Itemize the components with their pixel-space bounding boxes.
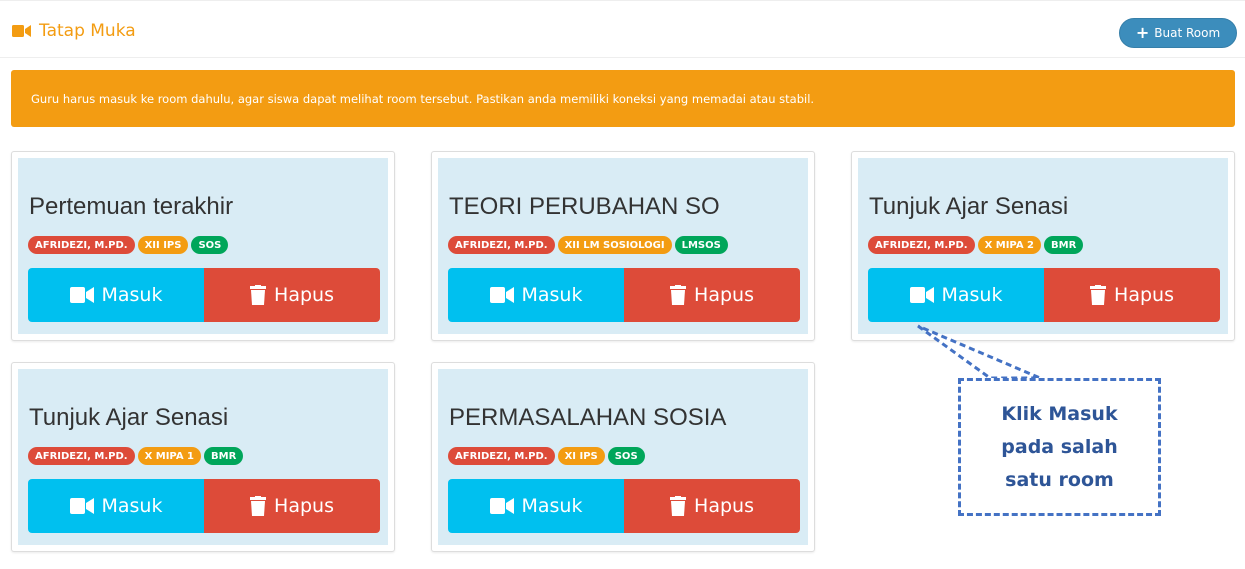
subject-badge: BMR: [204, 447, 244, 465]
masuk-label: Masuk: [941, 284, 1003, 306]
teacher-badge: AFRIDEZI, M.PD.: [28, 236, 135, 254]
room-title: Pertemuan terakhir: [29, 193, 234, 220]
masuk-button[interactable]: Masuk: [868, 268, 1044, 322]
buat-room-button[interactable]: + Buat Room: [1119, 18, 1237, 48]
trash-icon: [250, 496, 267, 516]
room-card-body: PERMASALAHAN SOSIA AFRIDEZI, M.PD. XI IP…: [438, 369, 808, 545]
trash-icon: [670, 496, 687, 516]
room-title: Tunjuk Ajar Senasi: [869, 193, 1069, 220]
room-actions: Masuk Hapus: [448, 479, 800, 533]
subject-badge: BMR: [1044, 236, 1084, 254]
room-card-body: Pertemuan terakhir AFRIDEZI, M.PD. XII I…: [18, 158, 388, 334]
alert-text: Guru harus masuk ke room dahulu, agar si…: [31, 91, 815, 106]
trash-icon: [670, 285, 687, 305]
room-title: TEORI PERUBAHAN SO: [449, 193, 720, 220]
room-card: Pertemuan terakhir AFRIDEZI, M.PD. XII I…: [11, 151, 395, 341]
video-camera-icon: [489, 498, 514, 514]
masuk-label: Masuk: [101, 284, 163, 306]
class-badge: XII LM SOSIOLOGI: [557, 236, 672, 254]
class-badge: X MIPA 1: [137, 447, 202, 465]
hapus-label: Hapus: [1114, 284, 1174, 306]
masuk-label: Masuk: [101, 495, 163, 517]
room-card-body: TEORI PERUBAHAN SO AFRIDEZI, M.PD. XII L…: [438, 158, 808, 334]
masuk-button[interactable]: Masuk: [448, 268, 624, 322]
class-badge: X MIPA 2: [977, 236, 1042, 254]
subject-badge: LMSOS: [674, 236, 728, 254]
hapus-button[interactable]: Hapus: [204, 268, 380, 322]
room-card-body: Tunjuk Ajar Senasi AFRIDEZI, M.PD. X MIP…: [858, 158, 1228, 334]
masuk-label: Masuk: [521, 495, 583, 517]
hapus-label: Hapus: [274, 495, 334, 517]
teacher-badge: AFRIDEZI, M.PD.: [28, 447, 135, 465]
room-tags: AFRIDEZI, M.PD. XII IPS SOS: [28, 236, 231, 254]
info-alert: Guru harus masuk ke room dahulu, agar si…: [11, 70, 1235, 127]
callout-line: satu room: [1005, 468, 1114, 491]
subject-badge: SOS: [607, 447, 645, 465]
room-tags: AFRIDEZI, M.PD. X MIPA 1 BMR: [28, 447, 246, 465]
page-header: Tatap Muka + Buat Room: [0, 0, 1245, 58]
hapus-label: Hapus: [274, 284, 334, 306]
hapus-label: Hapus: [694, 495, 754, 517]
video-camera-icon: [69, 498, 94, 514]
callout-line: Klik Masuk: [1001, 402, 1118, 425]
video-camera-icon: [69, 287, 94, 303]
masuk-button[interactable]: Masuk: [28, 268, 204, 322]
room-card: Tunjuk Ajar Senasi AFRIDEZI, M.PD. X MIP…: [11, 362, 395, 552]
hapus-button[interactable]: Hapus: [624, 268, 800, 322]
teacher-badge: AFRIDEZI, M.PD.: [448, 447, 555, 465]
room-tags: AFRIDEZI, M.PD. X MIPA 2 BMR: [868, 236, 1086, 254]
room-tags: AFRIDEZI, M.PD. XII LM SOSIOLOGI LMSOS: [448, 236, 731, 254]
page-title-text: Tatap Muka: [39, 21, 136, 41]
subject-badge: SOS: [191, 236, 229, 254]
teacher-badge: AFRIDEZI, M.PD.: [448, 236, 555, 254]
room-actions: Masuk Hapus: [28, 268, 380, 322]
trash-icon: [250, 285, 267, 305]
masuk-button[interactable]: Masuk: [448, 479, 624, 533]
hapus-button[interactable]: Hapus: [624, 479, 800, 533]
room-card: TEORI PERUBAHAN SO AFRIDEZI, M.PD. XII L…: [431, 151, 815, 341]
teacher-badge: AFRIDEZI, M.PD.: [868, 236, 975, 254]
room-card: PERMASALAHAN SOSIA AFRIDEZI, M.PD. XI IP…: [431, 362, 815, 552]
callout-line: pada salah: [1001, 435, 1118, 458]
room-actions: Masuk Hapus: [868, 268, 1220, 322]
annotation-callout: Klik Masuk pada salah satu room: [958, 378, 1161, 516]
video-camera-icon: [489, 287, 514, 303]
room-actions: Masuk Hapus: [448, 268, 800, 322]
room-actions: Masuk Hapus: [28, 479, 380, 533]
masuk-button[interactable]: Masuk: [28, 479, 204, 533]
room-card-body: Tunjuk Ajar Senasi AFRIDEZI, M.PD. X MIP…: [18, 369, 388, 545]
class-badge: XI IPS: [557, 447, 605, 465]
plus-icon: +: [1135, 23, 1150, 42]
room-title: Tunjuk Ajar Senasi: [29, 404, 229, 431]
page-title: Tatap Muka: [12, 21, 136, 41]
masuk-label: Masuk: [521, 284, 583, 306]
room-title: PERMASALAHAN SOSIA: [449, 404, 727, 431]
room-card: Tunjuk Ajar Senasi AFRIDEZI, M.PD. X MIP…: [851, 151, 1235, 341]
video-camera-icon: [12, 25, 31, 37]
hapus-button[interactable]: Hapus: [204, 479, 380, 533]
class-badge: XII IPS: [137, 236, 189, 254]
buat-room-label: Buat Room: [1154, 26, 1221, 40]
trash-icon: [1090, 285, 1107, 305]
hapus-label: Hapus: [694, 284, 754, 306]
room-tags: AFRIDEZI, M.PD. XI IPS SOS: [448, 447, 648, 465]
hapus-button[interactable]: Hapus: [1044, 268, 1220, 322]
video-camera-icon: [909, 287, 934, 303]
